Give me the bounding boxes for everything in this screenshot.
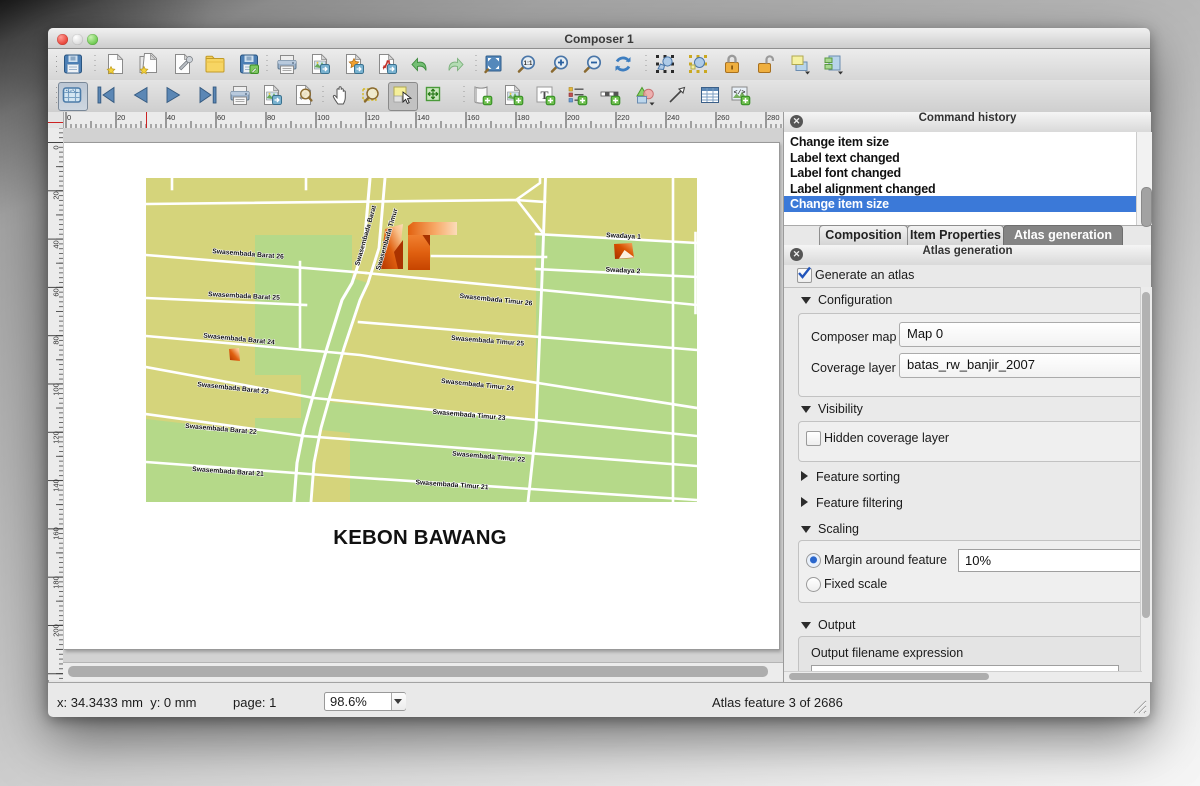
svg-text:</>: </>	[734, 89, 746, 96]
svg-text:1:1: 1:1	[524, 61, 533, 67]
